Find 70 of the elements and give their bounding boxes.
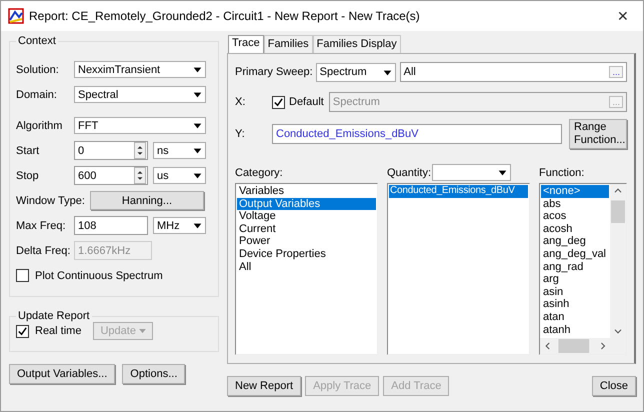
window-type-button[interactable]: Hanning... bbox=[90, 191, 204, 210]
list-item[interactable]: Device Properties bbox=[237, 248, 376, 261]
list-item[interactable]: asinh bbox=[541, 298, 609, 311]
dialog-button[interactable]: New Report bbox=[227, 376, 302, 396]
dropdown-field[interactable]: Spectral bbox=[74, 86, 206, 103]
checkbox[interactable] bbox=[272, 96, 285, 108]
text-field[interactable]: 108 bbox=[74, 216, 148, 235]
list-item[interactable]: acosh bbox=[541, 222, 609, 236]
y-field[interactable]: Conducted_Emissions_dBuV bbox=[272, 124, 562, 144]
field-label: Stop bbox=[16, 170, 40, 182]
dropdown-field[interactable]: FFT bbox=[74, 117, 206, 134]
group-label: Context bbox=[17, 35, 57, 47]
dialog-button[interactable]: Options... bbox=[122, 364, 186, 384]
list-item[interactable]: acos bbox=[541, 210, 609, 223]
field-label: Solution: bbox=[16, 64, 60, 76]
list-item[interactable]: arg bbox=[541, 273, 609, 286]
range-field[interactable]: All ... bbox=[400, 62, 627, 82]
checkbox[interactable] bbox=[16, 324, 29, 338]
dropdown-field[interactable]: NexximTransient bbox=[74, 61, 206, 78]
list-item[interactable]: abs bbox=[541, 198, 609, 210]
list-label: Quantity: bbox=[387, 166, 432, 180]
tab[interactable]: Families bbox=[264, 35, 313, 53]
checkbox-label: Plot Continuous Spectrum bbox=[35, 270, 163, 282]
tab[interactable]: Families Display bbox=[312, 35, 401, 53]
spin-field[interactable]: 0 bbox=[74, 141, 148, 160]
range-function-button[interactable]: Range Function... bbox=[569, 119, 627, 149]
browse-button[interactable]: ... bbox=[609, 66, 623, 78]
list-item[interactable]: ang_deg_val bbox=[541, 248, 609, 261]
list-item[interactable]: Power bbox=[237, 235, 376, 248]
dropdown-field[interactable]: Spectrum bbox=[316, 62, 396, 82]
field-label: Max Freq: bbox=[16, 220, 67, 232]
spinner-icon[interactable] bbox=[133, 167, 147, 184]
list-item[interactable]: atanh bbox=[541, 324, 609, 336]
field-label: Domain: bbox=[16, 88, 58, 100]
close-dialog-button[interactable]: Close bbox=[592, 376, 636, 396]
list-item[interactable]: Conducted_Emissions_dBuV bbox=[389, 185, 528, 198]
list-item[interactable]: All bbox=[237, 260, 376, 274]
field-label: Y: bbox=[235, 128, 246, 140]
field-label: Primary Sweep: bbox=[235, 66, 313, 78]
checkbox-label: Default bbox=[289, 96, 324, 108]
unit-dropdown[interactable]: us bbox=[153, 167, 206, 184]
list-item[interactable]: asin bbox=[541, 286, 609, 298]
list-label: Function: bbox=[539, 166, 586, 180]
dialog-button[interactable]: Output Variables... bbox=[9, 364, 116, 384]
list-item[interactable]: Output Variables bbox=[237, 198, 376, 210]
close-button[interactable]: ✕ bbox=[603, 8, 643, 24]
caret-icon bbox=[138, 328, 146, 334]
list-item[interactable]: ang_rad bbox=[541, 260, 609, 274]
checkbox-label: Real time bbox=[35, 325, 82, 337]
list-label: Category: bbox=[235, 166, 284, 180]
list-item[interactable]: Current bbox=[237, 222, 376, 236]
unit-dropdown[interactable]: MHz bbox=[153, 217, 206, 234]
field-label: Delta Freq: bbox=[16, 244, 72, 256]
field-label: Start bbox=[16, 144, 40, 156]
group-label: Update Report bbox=[17, 310, 91, 322]
spin-field[interactable]: 600 bbox=[74, 166, 148, 185]
tab[interactable]: Trace bbox=[228, 35, 264, 53]
field-label: X: bbox=[235, 96, 246, 108]
unit-dropdown[interactable]: ns bbox=[153, 142, 206, 159]
report-icon bbox=[8, 8, 24, 24]
list-item[interactable]: ang_deg bbox=[541, 235, 609, 248]
field-label: Algorithm bbox=[16, 120, 64, 132]
list-item[interactable]: atan bbox=[541, 310, 609, 324]
list-item[interactable]: <none> bbox=[541, 185, 609, 198]
window-title: Report: CE_Remotely_Grounded2 - Circuit1 - New Report - New Trace(s) bbox=[29, 9, 421, 23]
list-item[interactable]: Voltage bbox=[237, 210, 376, 223]
field-label: Window Type: bbox=[16, 194, 86, 206]
checkbox[interactable] bbox=[16, 269, 29, 282]
spinner-icon[interactable] bbox=[133, 142, 147, 159]
list-item[interactable]: Variables bbox=[237, 185, 376, 198]
